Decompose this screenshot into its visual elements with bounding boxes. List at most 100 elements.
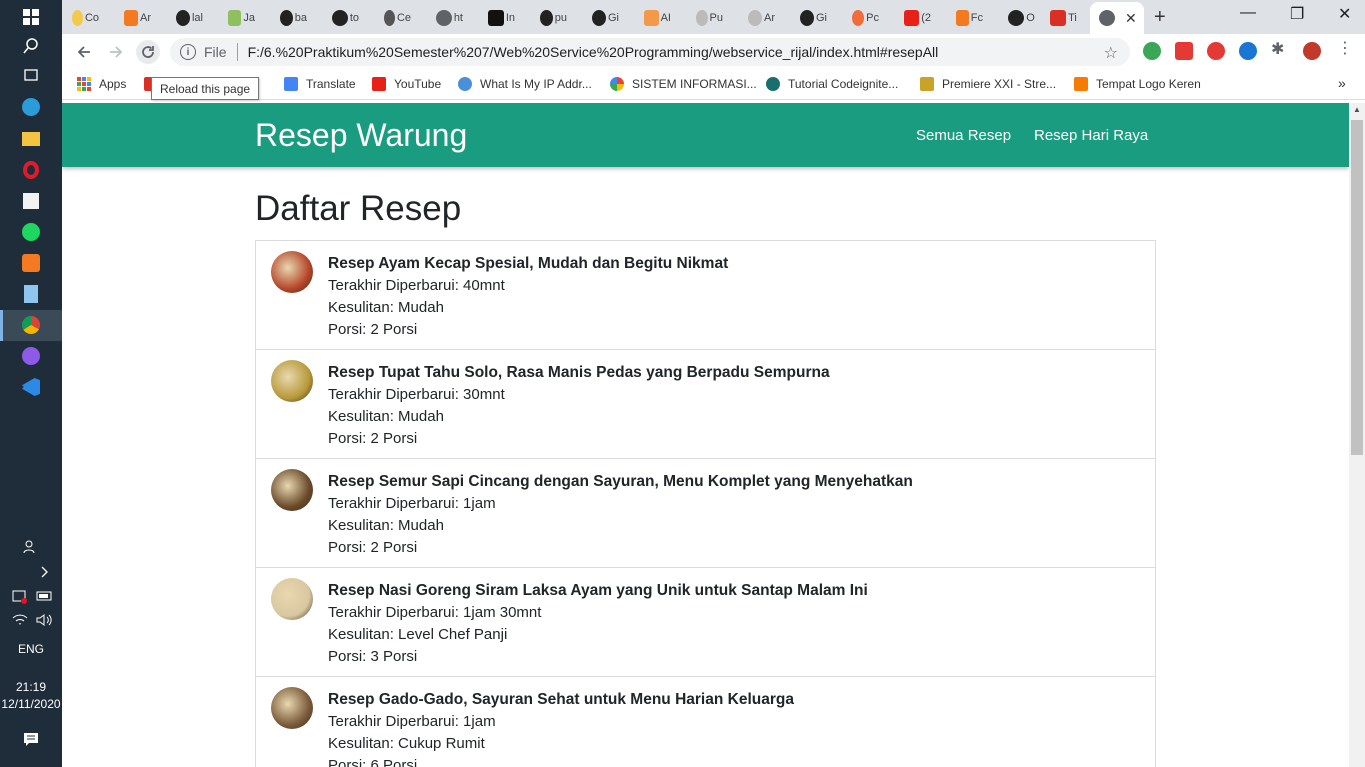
bookmark-item[interactable]: Premiere XXI - Stre... [920, 77, 1056, 91]
battery-icon[interactable] [33, 584, 57, 608]
wifi-icon[interactable] [8, 608, 32, 632]
language-indicator[interactable]: ENG [0, 642, 62, 656]
recipe-thumbnail [271, 360, 313, 402]
notification-app-icon[interactable] [8, 584, 32, 608]
browser-tab[interactable]: ba [280, 4, 307, 32]
new-tab-button[interactable]: + [1154, 6, 1166, 29]
file-explorer-icon[interactable] [19, 127, 43, 151]
notepad-icon[interactable] [19, 282, 43, 306]
extension-icon[interactable] [1175, 42, 1193, 60]
divider [236, 43, 238, 61]
globe-icon [458, 77, 472, 91]
back-button[interactable] [72, 40, 96, 64]
github-desktop-icon[interactable] [19, 344, 43, 368]
minimize-button[interactable]: — [1240, 4, 1256, 22]
recipe-title[interactable]: Resep Tupat Tahu Solo, Rasa Manis Pedas … [328, 362, 830, 384]
recipe-item[interactable]: Resep Ayam Kecap Spesial, Mudah dan Begi… [256, 241, 1155, 350]
xampp-icon[interactable] [19, 251, 43, 275]
browser-tab[interactable]: Gi [592, 4, 619, 32]
opera-icon[interactable] [19, 158, 43, 182]
browser-tab[interactable]: Ja [228, 4, 255, 32]
browser-tab[interactable]: ht [436, 4, 463, 32]
bookmark-item[interactable]: YouTube [372, 77, 441, 91]
bookmark-item[interactable]: What Is My IP Addr... [458, 77, 592, 91]
extensions-puzzle-icon[interactable]: ✱ [1271, 39, 1289, 58]
bookmark-star-icon[interactable]: ☆ [1104, 43, 1118, 63]
nav-semua-resep[interactable]: Semua Resep [916, 127, 1011, 144]
bookmark-item[interactable]: Tutorial Codeignite... [766, 77, 898, 91]
chevron-right-icon[interactable] [33, 560, 57, 584]
close-tab-icon[interactable]: ✕ [1125, 10, 1137, 27]
bookmark-item[interactable]: SISTEM INFORMASI... [610, 77, 757, 91]
nav-resep-hari-raya[interactable]: Resep Hari Raya [1034, 127, 1148, 144]
browser-tab[interactable]: AI [644, 4, 671, 32]
bookmark-item[interactable]: Translate [284, 77, 356, 91]
youtube-icon [372, 77, 386, 91]
browser-tab[interactable]: In [488, 4, 515, 32]
recipe-item[interactable]: Resep Tupat Tahu Solo, Rasa Manis Pedas … [256, 350, 1155, 459]
profile-avatar[interactable] [1303, 42, 1321, 60]
volume-icon[interactable] [33, 608, 57, 632]
people-icon[interactable] [19, 534, 43, 558]
menu-kebab-icon[interactable]: ⋮ [1337, 38, 1355, 57]
recipe-title[interactable]: Resep Gado-Gado, Sayuran Sehat untuk Men… [328, 689, 794, 711]
task-view-icon[interactable] [19, 63, 43, 87]
browser-tab[interactable]: Ar [748, 4, 775, 32]
extension-icon[interactable] [1207, 42, 1225, 60]
premiere-icon [920, 77, 934, 91]
bookmark-apps[interactable]: Apps [77, 77, 126, 91]
browser-tab[interactable]: Ti [1050, 4, 1077, 32]
info-icon[interactable]: i [180, 44, 196, 60]
forward-button[interactable] [104, 40, 128, 64]
thumb-2 [271, 469, 313, 511]
recipe-thumbnail [271, 687, 313, 729]
url-text[interactable]: F:/6.%20Praktikum%20Semester%207/Web%20S… [248, 44, 939, 60]
site-brand[interactable]: Resep Warung [255, 117, 467, 154]
browser-tab[interactable]: Fc [956, 4, 983, 32]
active-tab[interactable]: ✕ [1090, 2, 1144, 34]
recipe-thumbnail [271, 578, 313, 620]
vscode-icon[interactable] [19, 375, 43, 399]
close-window-button[interactable]: ✕ [1338, 4, 1351, 24]
extension-icon[interactable] [1239, 42, 1257, 60]
browser-tab[interactable]: Gi [800, 4, 827, 32]
reload-button[interactable] [136, 40, 160, 64]
browser-tab[interactable]: Co [72, 4, 99, 32]
browser-tab[interactable]: pu [540, 4, 567, 32]
bookmark-item[interactable]: Tempat Logo Keren [1074, 77, 1201, 91]
recipe-title[interactable]: Resep Nasi Goreng Siram Laksa Ayam yang … [328, 580, 868, 602]
store-icon[interactable] [19, 189, 43, 213]
scrollbar-thumb[interactable] [1351, 120, 1363, 455]
browser-tab[interactable]: Pu [696, 4, 723, 32]
browser-tab[interactable]: O [1008, 4, 1035, 32]
browser-tab[interactable]: to [332, 4, 359, 32]
blogger-icon [1074, 77, 1088, 91]
browser-tab[interactable]: Ce [384, 4, 411, 32]
restore-button[interactable]: ❐ [1290, 4, 1304, 24]
address-bar[interactable]: i File F:/6.%20Praktikum%20Semester%207/… [170, 38, 1130, 66]
recipe-title[interactable]: Resep Semur Sapi Cincang dengan Sayuran,… [328, 471, 913, 493]
browser-tab[interactable]: Ar [124, 4, 151, 32]
page-scrollbar[interactable]: ▲ [1349, 103, 1365, 767]
thumb-1 [271, 360, 313, 402]
clock-date[interactable]: 12/11/2020 [0, 697, 62, 711]
browser-tab[interactable]: lal [176, 4, 203, 32]
recipe-title[interactable]: Resep Ayam Kecap Spesial, Mudah dan Begi… [328, 253, 728, 275]
recipe-item[interactable]: Resep Nasi Goreng Siram Laksa Ayam yang … [256, 568, 1155, 677]
scroll-up-arrow-icon[interactable]: ▲ [1353, 105, 1361, 114]
reload-tooltip: Reload this page [151, 77, 260, 100]
edge-icon[interactable] [19, 95, 43, 119]
extension-icon[interactable] [1143, 42, 1161, 60]
recipe-item[interactable]: Resep Gado-Gado, Sayuran Sehat untuk Men… [256, 677, 1155, 767]
chrome-icon[interactable] [19, 313, 43, 337]
action-center-icon[interactable] [19, 727, 43, 751]
browser-tab[interactable]: (2 [904, 4, 931, 32]
browser-tab[interactable]: Pc [852, 4, 879, 32]
recipe-item[interactable]: Resep Semur Sapi Cincang dengan Sayuran,… [256, 459, 1155, 568]
bookmarks-overflow-icon[interactable]: » [1338, 75, 1346, 91]
recipe-updated: Terakhir Diperbarui: 40mnt [328, 277, 505, 294]
spotify-icon[interactable] [19, 220, 43, 244]
clock-time[interactable]: 21:19 [0, 680, 62, 694]
windows-start-icon[interactable] [19, 5, 43, 29]
search-icon[interactable] [19, 34, 43, 58]
